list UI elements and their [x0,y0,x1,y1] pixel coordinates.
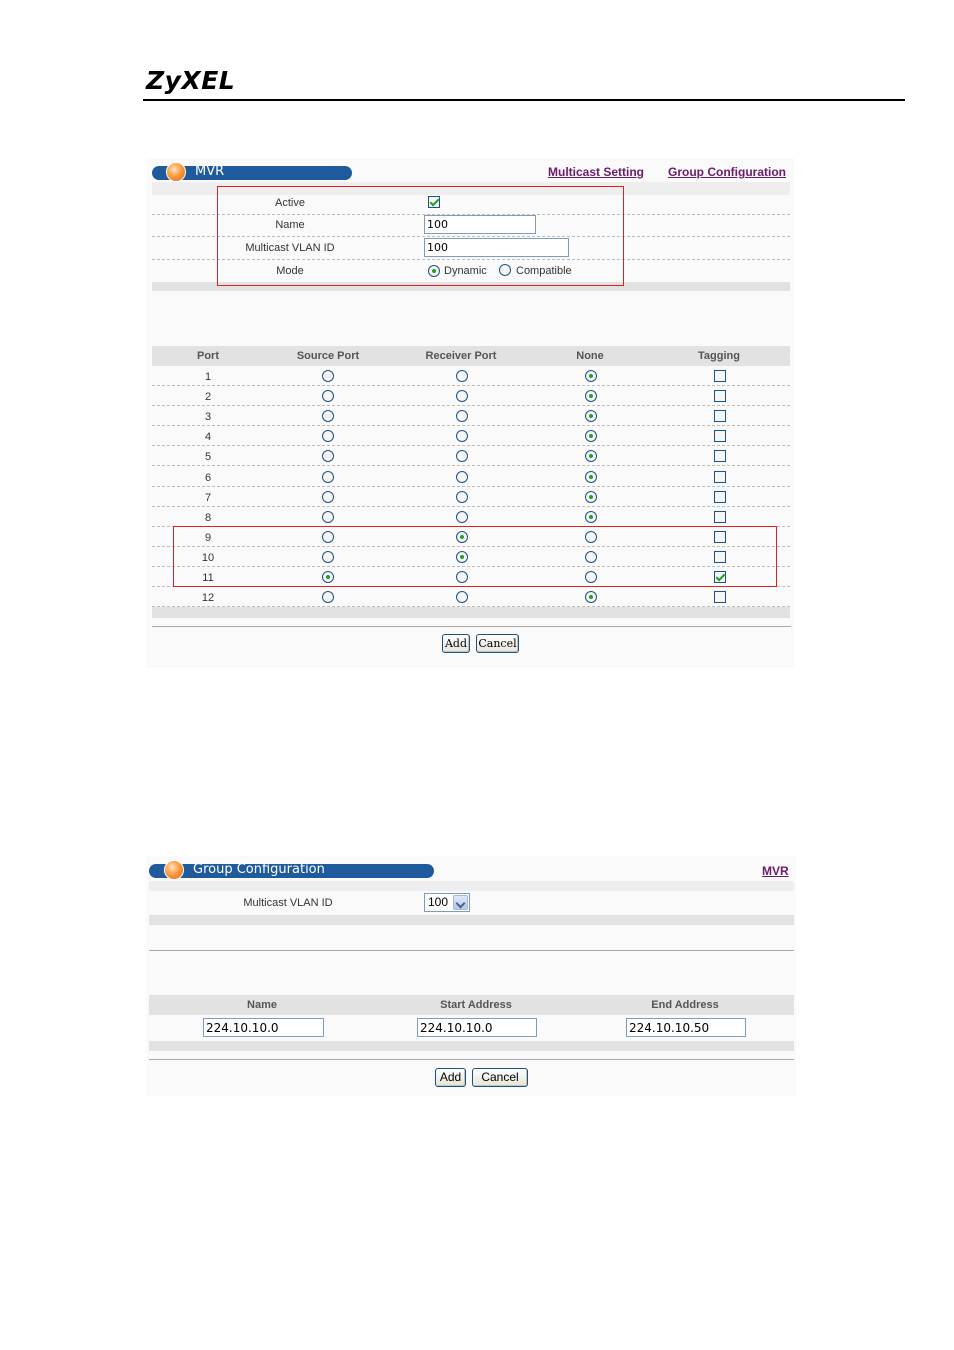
source-port-radio[interactable] [322,511,334,523]
group-config-title-bar: Group Configuration [149,860,434,880]
tagging-checkbox[interactable] [714,471,726,483]
gc-vlan-selected-value: 100 [428,895,449,909]
receiver-port-radio[interactable] [456,430,468,442]
table-row: 7 [152,487,790,507]
gc-separator-2 [149,1059,794,1060]
source-port-radio[interactable] [322,410,334,422]
orb-icon [164,860,184,880]
tagging-checkbox[interactable] [714,430,726,442]
gc-name-input[interactable] [203,1018,324,1037]
none-radio[interactable] [585,410,597,422]
source-port-radio[interactable] [322,450,334,462]
gc-multicast-vlan-id-select[interactable]: 100 [424,893,470,912]
ports-highlight-box [173,526,777,587]
gc-end-address-input[interactable] [626,1018,746,1037]
none-radio[interactable] [585,430,597,442]
chevron-down-icon [453,895,468,910]
receiver-port-radio[interactable] [456,410,468,422]
source-port-radio[interactable] [322,591,334,603]
tagging-checkbox[interactable] [714,390,726,402]
port-number: 8 [204,512,212,524]
mvr-title-bar: MVR [152,162,352,182]
group-configuration-link[interactable]: Group Configuration [668,165,786,179]
port-number: 12 [201,592,215,604]
mvr-link[interactable]: MVR [762,864,789,878]
mvr-add-button[interactable]: Add [442,634,470,653]
mvr-cancel-button[interactable]: Cancel [476,634,519,653]
table-row: 2 [152,386,790,406]
port-number: 2 [204,391,212,403]
table-row: 1 [152,366,790,386]
gc-col-header-start-address: Start Address [440,999,512,1011]
header-divider [143,99,905,101]
receiver-port-radio[interactable] [456,450,468,462]
receiver-port-radio[interactable] [456,370,468,382]
port-number: 7 [204,492,212,504]
mvr-title: MVR [195,164,225,179]
orb-icon [166,162,186,182]
gc-col-header-name: Name [247,999,277,1011]
receiver-port-radio[interactable] [456,471,468,483]
col-header-source-port: Source Port [296,350,360,362]
none-radio[interactable] [585,471,597,483]
ports-table-footer [152,607,790,618]
source-port-radio[interactable] [322,390,334,402]
gc-vlan-top-bar [149,881,794,891]
settings-highlight-box [217,186,624,286]
none-radio[interactable] [585,491,597,503]
table-row: 4 [152,426,790,446]
gc-table-footer [149,1041,794,1051]
receiver-port-radio[interactable] [456,390,468,402]
tagging-checkbox[interactable] [714,591,726,603]
port-number: 3 [204,411,212,423]
tagging-checkbox[interactable] [714,450,726,462]
col-header-none: None [576,350,604,362]
table-row: 6 [152,467,790,487]
none-radio[interactable] [585,591,597,603]
gc-multicast-vlan-id-label: Multicast VLAN ID [243,897,333,909]
multicast-setting-link[interactable]: Multicast Setting [548,165,644,179]
gc-col-header-end-address: End Address [651,999,719,1011]
tagging-checkbox[interactable] [714,370,726,382]
tagging-checkbox[interactable] [714,491,726,503]
table-row: 3 [152,406,790,426]
table-row: 8 [152,507,790,527]
port-number: 1 [204,371,212,383]
source-port-radio[interactable] [322,471,334,483]
port-number: 6 [204,472,212,484]
receiver-port-radio[interactable] [456,591,468,603]
gc-cancel-button[interactable]: Cancel [472,1068,528,1087]
receiver-port-radio[interactable] [456,511,468,523]
col-header-receiver-port: Receiver Port [425,350,497,362]
col-header-tagging: Tagging [698,350,740,362]
gc-separator-1 [149,950,794,951]
zyxel-logo: ZyXEL [146,66,236,95]
port-number: 5 [204,451,212,463]
none-radio[interactable] [585,370,597,382]
gc-start-address-input[interactable] [417,1018,537,1037]
none-radio[interactable] [585,450,597,462]
source-port-radio[interactable] [322,370,334,382]
source-port-radio[interactable] [322,491,334,503]
table-row: 12 [152,587,790,607]
gc-vlan-bottom-bar [149,915,794,925]
none-radio[interactable] [585,390,597,402]
gc-add-button[interactable]: Add [435,1068,466,1087]
table-row: 5 [152,446,790,466]
source-port-radio[interactable] [322,430,334,442]
group-config-title: Group Configuration [193,862,325,877]
none-radio[interactable] [585,511,597,523]
mvr-separator [152,626,791,627]
col-header-port: Port [197,350,219,362]
port-number: 4 [204,431,212,443]
receiver-port-radio[interactable] [456,491,468,503]
tagging-checkbox[interactable] [714,410,726,422]
tagging-checkbox[interactable] [714,511,726,523]
